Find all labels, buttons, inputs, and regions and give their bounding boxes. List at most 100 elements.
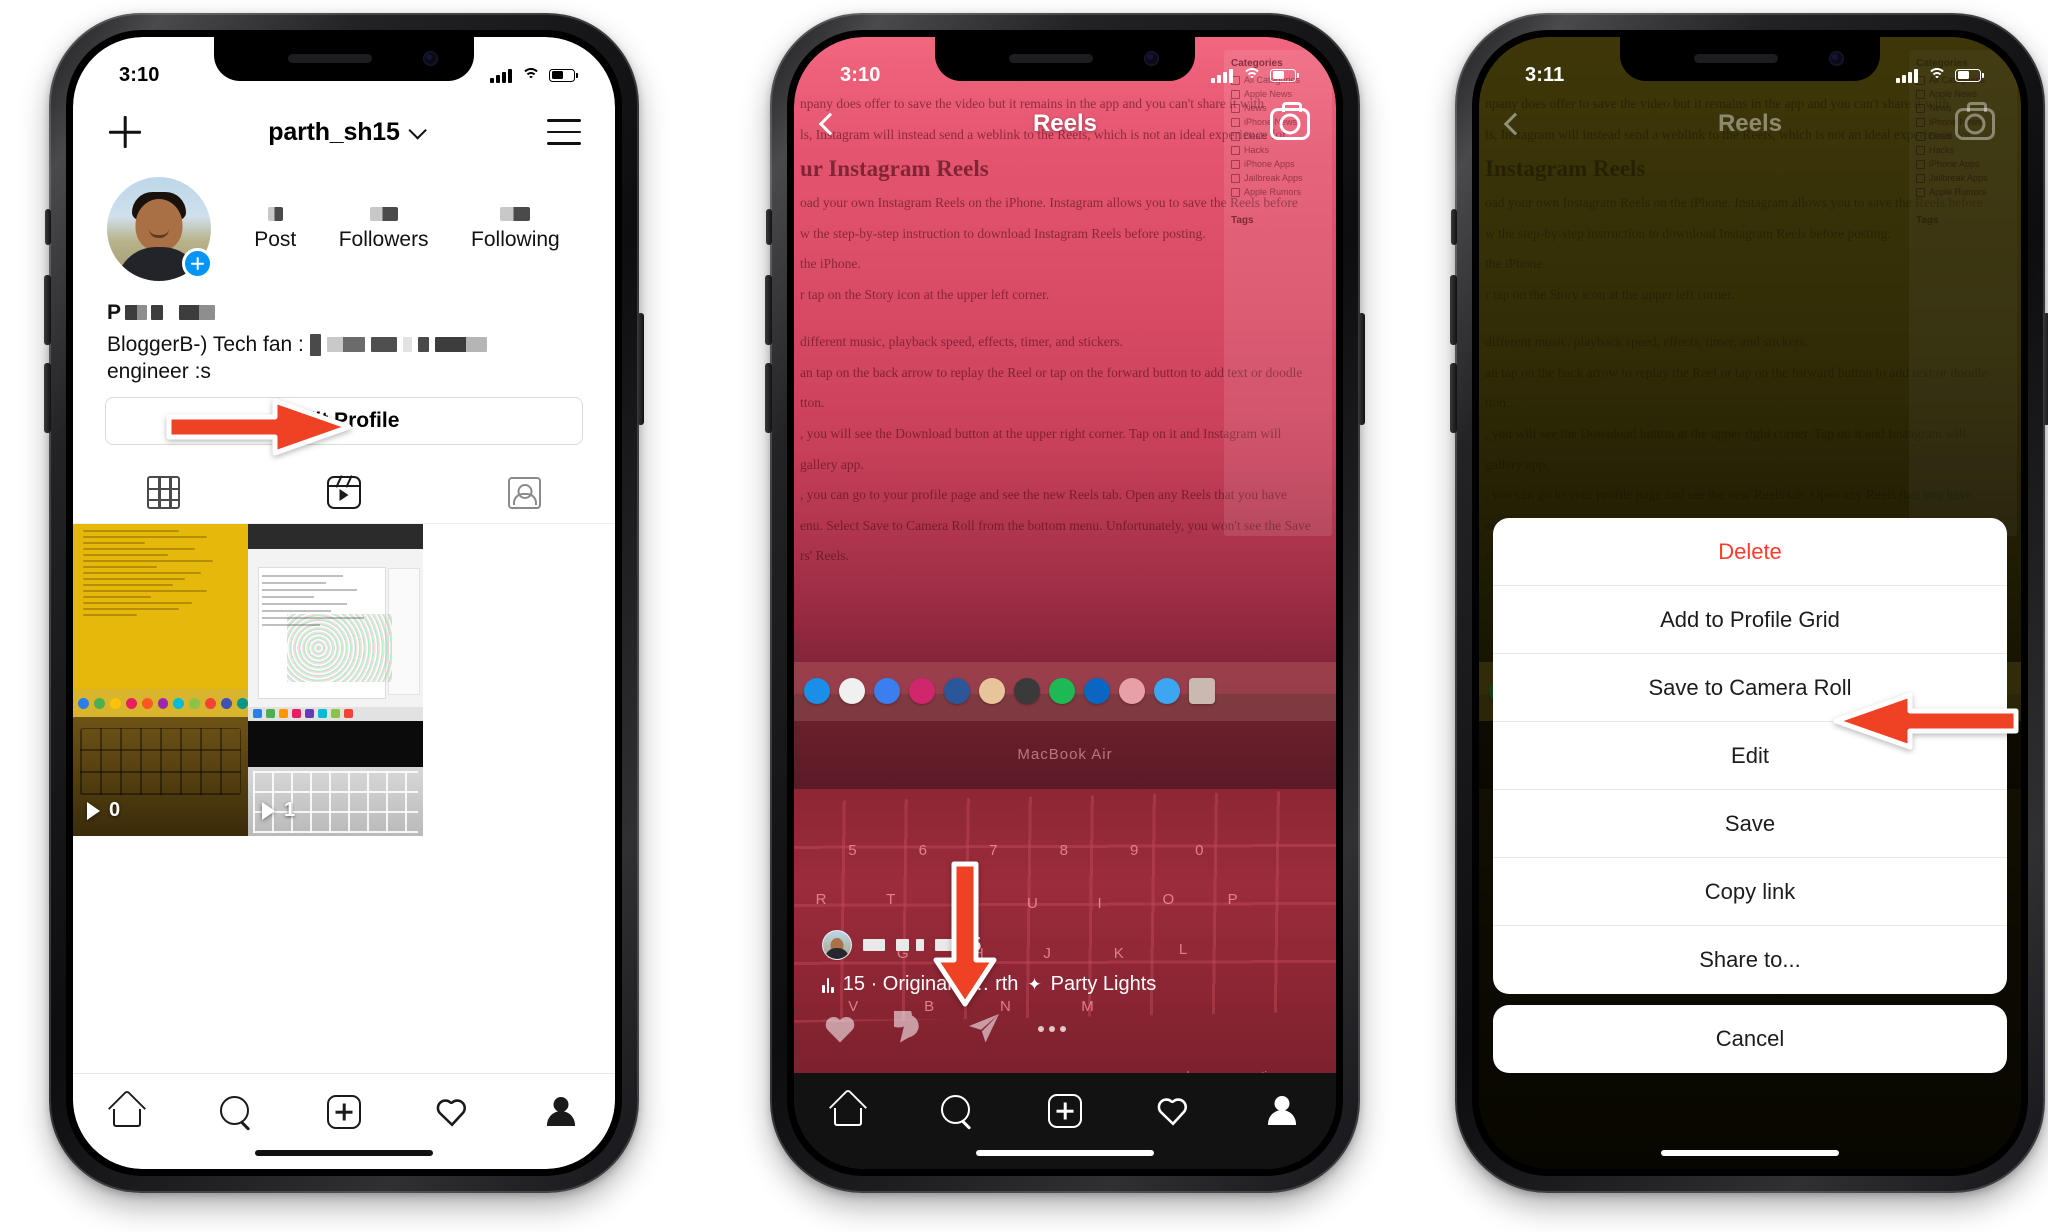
share-to-item[interactable]: Share to... <box>1493 926 2007 994</box>
home-icon[interactable] <box>107 1092 147 1132</box>
volume-up-button[interactable] <box>44 275 51 345</box>
volume-down-button[interactable] <box>765 363 772 433</box>
stat-posts[interactable]: Post <box>254 206 297 252</box>
phone-action-sheet-screen: npany does offer to save the video but i… <box>1450 13 2048 1193</box>
status-time: 3:10 <box>840 63 881 86</box>
reels-tab[interactable] <box>254 462 435 523</box>
volume-up-button[interactable] <box>765 275 772 345</box>
mute-switch[interactable] <box>45 209 51 245</box>
reels-header: Reels <box>1479 93 2021 155</box>
plus-icon[interactable] <box>107 114 143 150</box>
hamburger-menu-icon[interactable] <box>546 119 581 145</box>
stat-following[interactable]: Following <box>471 206 560 252</box>
cancel-button[interactable]: Cancel <box>1493 1005 2007 1073</box>
reel-thumbnail[interactable]: 0 <box>73 524 248 836</box>
earpiece-speaker <box>1009 54 1093 63</box>
page-title: Reels <box>1032 110 1098 137</box>
front-camera <box>1829 51 1844 66</box>
add-post-icon[interactable] <box>1045 1091 1085 1131</box>
profile-top-bar: parth_sh15 <box>73 97 615 167</box>
reel-thumbnail[interactable]: 1 <box>248 524 423 836</box>
front-camera <box>1144 51 1159 66</box>
cellular-signal-icon <box>490 68 512 83</box>
tagged-person-icon <box>508 476 542 509</box>
sparkle-icon: ✦ <box>1027 974 1042 994</box>
annotation-arrow-right <box>166 398 352 456</box>
audio-wave-icon <box>822 976 834 993</box>
camera-icon[interactable] <box>1270 102 1310 140</box>
reels-grid: 0 1 <box>73 524 615 836</box>
play-icon <box>87 801 100 820</box>
reel-caption: 5 15 · Original A… rth ✦ Party Lights <box>822 930 1308 1047</box>
status-time: 3:10 <box>119 63 160 86</box>
home-indicator[interactable] <box>976 1150 1154 1156</box>
home-indicator[interactable] <box>1661 1150 1839 1156</box>
power-button[interactable] <box>637 313 644 425</box>
battery-icon <box>549 68 578 82</box>
delete-item[interactable]: Delete <box>1493 518 2007 586</box>
notch <box>214 37 474 81</box>
camera-icon[interactable] <box>1955 102 1995 140</box>
annotation-arrow-down <box>933 861 997 1007</box>
like-heart-icon[interactable] <box>822 1011 858 1047</box>
mute-switch[interactable] <box>1451 209 1457 245</box>
add-to-profile-grid-item[interactable]: Add to Profile Grid <box>1493 586 2007 654</box>
stat-followers[interactable]: Followers <box>338 206 429 252</box>
username-label: parth_sh15 <box>268 117 400 146</box>
grid-icon <box>146 476 180 509</box>
avatar[interactable] <box>822 930 852 960</box>
tagged-tab[interactable] <box>434 462 615 523</box>
back-chevron-icon[interactable] <box>818 112 842 136</box>
profile-icon[interactable] <box>541 1092 581 1132</box>
back-chevron-icon[interactable] <box>1503 112 1527 136</box>
save-item[interactable]: Save <box>1493 790 2007 858</box>
stat-label: Followers <box>338 227 429 251</box>
notch <box>935 37 1195 81</box>
audio-attribution[interactable]: 15 · Original A… rth ✦ Party Lights <box>822 973 1308 996</box>
activity-heart-icon[interactable] <box>432 1092 472 1132</box>
mute-switch[interactable] <box>766 209 772 245</box>
search-icon[interactable] <box>937 1091 977 1131</box>
notch <box>1620 37 1880 81</box>
share-icon[interactable] <box>966 1011 1002 1047</box>
volume-down-button[interactable] <box>44 363 51 433</box>
power-button[interactable] <box>1358 313 1365 425</box>
comment-icon[interactable] <box>894 1011 930 1047</box>
play-count-label: 0 <box>109 799 121 821</box>
bio-display-name: P <box>107 299 581 327</box>
earpiece-speaker <box>1694 54 1778 63</box>
play-count: 1 <box>262 799 295 822</box>
home-icon[interactable] <box>828 1091 868 1131</box>
avatar[interactable] <box>107 177 213 281</box>
macos-dock <box>794 661 1336 721</box>
reels-header: Reels <box>794 93 1336 155</box>
profile-bio: P BloggerB-) Tech fan : engineer:s <box>107 299 581 386</box>
bio-line-2: engineer :s <box>107 360 211 384</box>
wifi-icon <box>521 68 540 82</box>
account-switcher[interactable]: parth_sh15 <box>268 117 427 147</box>
wifi-icon <box>1242 68 1261 82</box>
home-indicator[interactable] <box>255 1150 433 1156</box>
add-story-icon[interactable] <box>182 248 213 279</box>
annotation-arrow-left <box>1833 692 2019 750</box>
front-camera <box>423 51 438 66</box>
stat-label: Following <box>471 227 560 251</box>
chevron-down-icon <box>408 120 427 140</box>
battery-icon <box>1955 68 1984 82</box>
grid-tab[interactable] <box>73 462 254 523</box>
more-options-icon[interactable] <box>1038 1011 1066 1047</box>
cellular-signal-icon <box>1211 68 1233 83</box>
search-icon[interactable] <box>216 1092 256 1132</box>
phone-reel-player-screen: npany does offer to save the video but i… <box>765 13 1365 1193</box>
profile-icon[interactable] <box>1262 1091 1302 1131</box>
action-sheet: Delete Add to Profile Grid Save to Camer… <box>1493 518 2007 1073</box>
add-post-icon[interactable] <box>324 1092 364 1132</box>
volume-down-button[interactable] <box>1450 363 1457 433</box>
stat-label: Post <box>254 227 297 251</box>
profile-tabs <box>73 462 615 524</box>
cellular-signal-icon <box>1896 68 1918 83</box>
volume-up-button[interactable] <box>1450 275 1457 345</box>
power-button[interactable] <box>2043 313 2048 425</box>
copy-link-item[interactable]: Copy link <box>1493 858 2007 926</box>
activity-heart-icon[interactable] <box>1153 1091 1193 1131</box>
